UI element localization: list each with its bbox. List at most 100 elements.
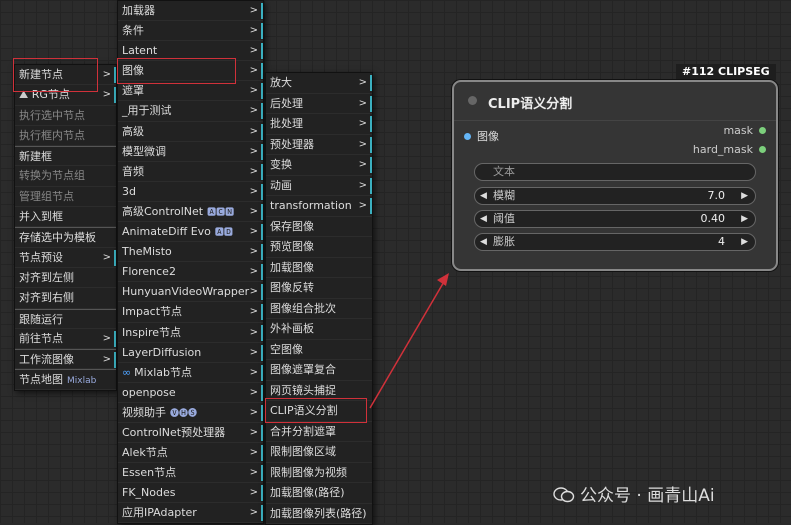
submenu-arrow-icon: > — [249, 426, 258, 438]
menu-item[interactable]: TheMisto > — [118, 242, 263, 263]
menu-item[interactable]: 节点地图 Mixlab — [15, 369, 116, 390]
menu-item[interactable]: 批处理 > — [266, 114, 372, 135]
increment-arrow-icon[interactable]: ▶ — [741, 234, 748, 250]
submenu-indicator — [114, 67, 116, 83]
menu-item[interactable]: LayerDiffusion > — [118, 343, 263, 363]
input-dot-icon[interactable] — [464, 133, 471, 140]
increment-arrow-icon[interactable]: ▶ — [741, 211, 748, 227]
output-slot-hard-mask[interactable]: hard_mask — [693, 143, 766, 156]
menu-item[interactable]: 放大 > — [266, 73, 372, 94]
menu-item[interactable]: 变换 > — [266, 155, 372, 176]
menu-item[interactable]: 对齐到右侧 — [15, 288, 116, 309]
menu-item-label: 存储选中为模板 — [19, 231, 96, 245]
menu-item-label: 模型微调 — [122, 144, 166, 158]
menu-item[interactable]: 节点预设 > — [15, 248, 116, 268]
menu-item[interactable]: 限制图像区域 — [266, 442, 372, 463]
node-badge: #112 CLIPSEG — [676, 64, 776, 80]
menu-item[interactable]: 执行框内节点 — [15, 126, 116, 147]
menu-item[interactable]: 加载器 > — [118, 1, 263, 22]
menu-item[interactable]: 加载图像列表(路径) — [266, 504, 372, 524]
menu-item[interactable]: 视频助手 🅥🅗🅢 > — [118, 403, 263, 423]
menu-item[interactable]: 加载图像(路径) — [266, 483, 372, 504]
submenu-indicator — [261, 244, 263, 261]
menu-item[interactable]: 高级ControlNet 🅰🅲🅽 > — [118, 202, 263, 223]
menu-item[interactable]: 应用IPAdapter > — [118, 503, 263, 524]
menu-item[interactable]: Florence2 > — [118, 262, 263, 283]
menu-item[interactable]: 前往节点 > — [15, 329, 116, 350]
menu-item[interactable]: 图像反转 — [266, 278, 372, 299]
menu-item[interactable]: 高级 > — [118, 122, 263, 142]
menu-item[interactable]: 执行选中节点 — [15, 106, 116, 126]
submenu-arrow-icon: > — [249, 65, 258, 77]
menu-item[interactable]: _用于测试 > — [118, 101, 263, 122]
dilate-widget[interactable]: ◀ 膨胀 4 ▶ — [474, 233, 756, 251]
image-submenu: 放大 > 后处理 > 批处理 > 预处理器 > 变换 > 动画 > transformation > 保存图… — [265, 72, 373, 525]
menu-item[interactable]: openpose > — [118, 383, 263, 403]
menu-item[interactable]: 并入到框 — [15, 207, 116, 228]
submenu-indicator — [261, 344, 263, 361]
menu-item[interactable]: transformation > — [266, 196, 372, 217]
blur-widget[interactable]: ◀ 模糊 7.0 ▶ — [474, 187, 756, 205]
menu-item[interactable]: 图像遮罩复合 — [266, 360, 372, 381]
mixlab-infinity-icon: ∞ — [122, 365, 132, 379]
menu-item[interactable]: 对齐到左侧 — [15, 268, 116, 289]
submenu-arrow-icon: > — [249, 447, 258, 459]
menu-item[interactable]: 跟随运行 — [15, 308, 116, 329]
menu-item-badge: 🅰🅲🅽 — [207, 207, 235, 218]
menu-item[interactable]: 转换为节点组 — [15, 166, 116, 187]
menu-item[interactable]: 预览图像 — [266, 237, 372, 258]
increment-arrow-icon[interactable]: ▶ — [741, 188, 748, 204]
menu-item-label: 图像组合批次 — [270, 301, 336, 315]
menu-item[interactable]: Essen节点 > — [118, 463, 263, 484]
clipseg-node[interactable]: CLIP语义分割 图像 mask hard_mask 文本 ◀ 模糊 7.0 ▶… — [452, 80, 778, 271]
menu-item[interactable]: 音频 > — [118, 162, 263, 182]
menu-item[interactable]: 存储选中为模板 — [15, 227, 116, 248]
menu-item-label: 对齐到左侧 — [19, 270, 74, 284]
menu-item[interactable]: Impact节点 > — [118, 302, 263, 323]
menu-item[interactable]: 后处理 > — [266, 94, 372, 114]
output-dot-icon[interactable] — [759, 146, 766, 153]
menu-item[interactable]: 保存图像 — [266, 217, 372, 237]
threshold-widget[interactable]: ◀ 阈值 0.40 ▶ — [474, 210, 756, 228]
menu-item[interactable]: 限制图像为视频 — [266, 463, 372, 483]
submenu-arrow-icon: > — [249, 85, 258, 97]
text-input[interactable]: 文本 — [474, 163, 756, 181]
decrement-arrow-icon[interactable]: ◀ — [480, 188, 487, 204]
menu-item[interactable]: 管理组节点 — [15, 187, 116, 208]
menu-item[interactable]: 模型微调 > — [118, 142, 263, 162]
menu-item[interactable]: Inspire节点 > — [118, 323, 263, 343]
menu-item-label: openpose — [122, 385, 176, 399]
menu-item[interactable]: 条件 > — [118, 21, 263, 42]
menu-item[interactable]: HunyuanVideoWrapper > — [118, 282, 263, 303]
menu-item-label: HunyuanVideoWrapper — [122, 285, 250, 299]
menu-item[interactable]: 合并分割遮罩 — [266, 422, 372, 442]
output-dot-icon[interactable] — [759, 127, 766, 134]
menu-item[interactable]: 预处理器 > — [266, 135, 372, 155]
menu-item[interactable]: 空图像 — [266, 340, 372, 360]
menu-item[interactable]: 图像组合批次 — [266, 299, 372, 319]
menu-item[interactable]: ∞ Mixlab节点 > — [118, 363, 263, 383]
menu-item[interactable]: 新建框 — [15, 146, 116, 167]
menu-item[interactable]: Alek节点 > — [118, 443, 263, 464]
menu-item-label: 应用IPAdapter — [122, 506, 197, 520]
menu-item-label: 图像遮罩复合 — [270, 363, 336, 376]
menu-item[interactable]: FK_Nodes > — [118, 483, 263, 504]
submenu-indicator — [261, 404, 263, 421]
decrement-arrow-icon[interactable]: ◀ — [480, 211, 487, 227]
menu-item-badge: Mixlab — [67, 376, 97, 387]
menu-item[interactable]: ControlNet预处理器 > — [118, 423, 263, 444]
output-label-mask: mask — [723, 124, 753, 137]
menu-item[interactable]: 遮罩 > — [118, 81, 263, 102]
output-slot-mask[interactable]: mask — [723, 124, 766, 137]
node-header[interactable]: CLIP语义分割 — [454, 82, 776, 121]
input-slot-image[interactable]: 图像 — [464, 128, 499, 144]
menu-item[interactable]: 3d > — [118, 182, 263, 202]
menu-item[interactable]: 外补画板 — [266, 319, 372, 340]
collapse-dot-icon[interactable] — [468, 96, 477, 105]
menu-item[interactable]: AnimateDiff Evo 🅰🅳 > — [118, 222, 263, 243]
submenu-arrow-icon: > — [358, 200, 367, 211]
menu-item[interactable]: 加载图像 — [266, 258, 372, 278]
decrement-arrow-icon[interactable]: ◀ — [480, 234, 487, 250]
menu-item[interactable]: 动画 > — [266, 176, 372, 196]
menu-item[interactable]: 工作流图像 > — [15, 349, 116, 370]
